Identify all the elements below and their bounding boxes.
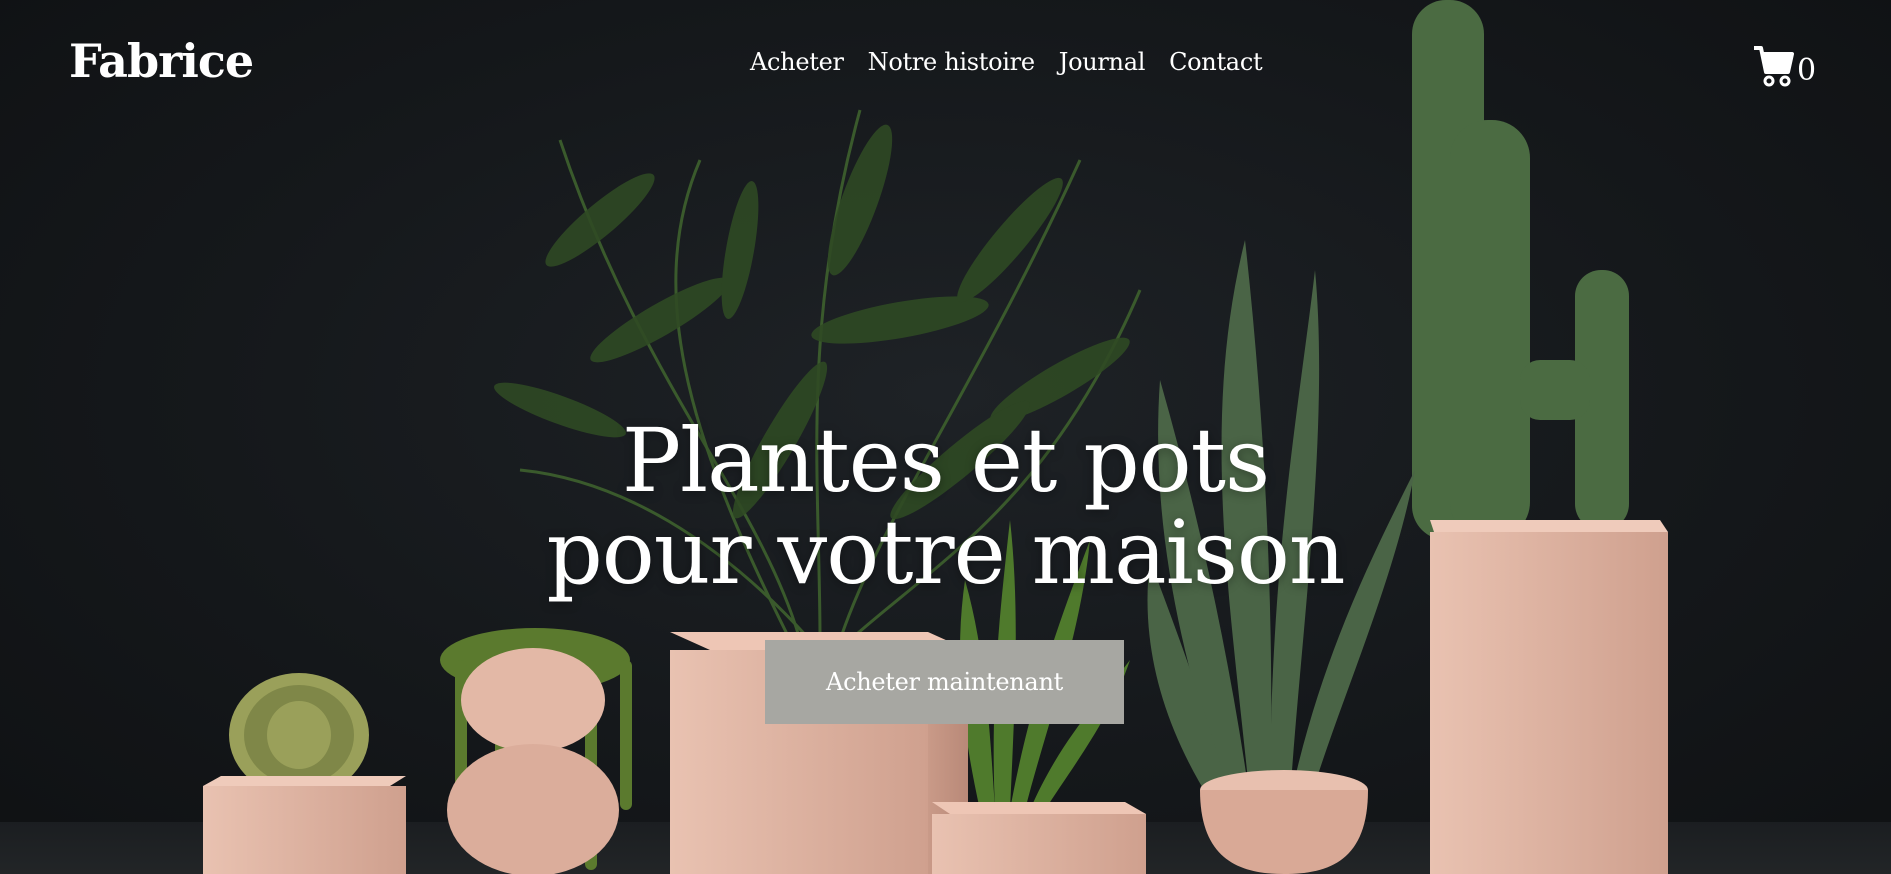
hero-headline-line-1: Plantes et pots [621,409,1270,512]
hero-section: Fabrice Acheter Notre histoire Journal C… [0,0,1891,874]
nav-item: Notre histoire [868,50,1035,74]
main-nav: Acheter Notre histoire Journal Contact [750,48,1263,76]
hero-headline: Plantes et pots pour votre maison [0,415,1891,599]
hero-headline-line-2: pour votre maison [546,501,1345,604]
pot-front-small [932,802,1146,874]
nav-item: Journal [1059,48,1146,76]
nav-link-contact[interactable]: Contact [1169,48,1263,76]
shopping-cart-icon [1754,46,1794,87]
nav-link-notre-histoire[interactable]: Notre histoire [868,48,1035,76]
nav-item: Contact [1169,48,1263,76]
nav-link-acheter[interactable]: Acheter [750,48,844,76]
site-logo[interactable]: Fabrice [69,38,254,84]
nav-item: Acheter [750,50,844,74]
pot-small-left [203,776,406,874]
shop-now-button[interactable]: Acheter maintenant [765,640,1124,724]
pot-round-right [1200,770,1368,874]
nav-link-journal[interactable]: Journal [1059,48,1146,76]
cart-button[interactable]: 0 [1752,44,1816,88]
cart-count: 0 [1797,53,1817,88]
